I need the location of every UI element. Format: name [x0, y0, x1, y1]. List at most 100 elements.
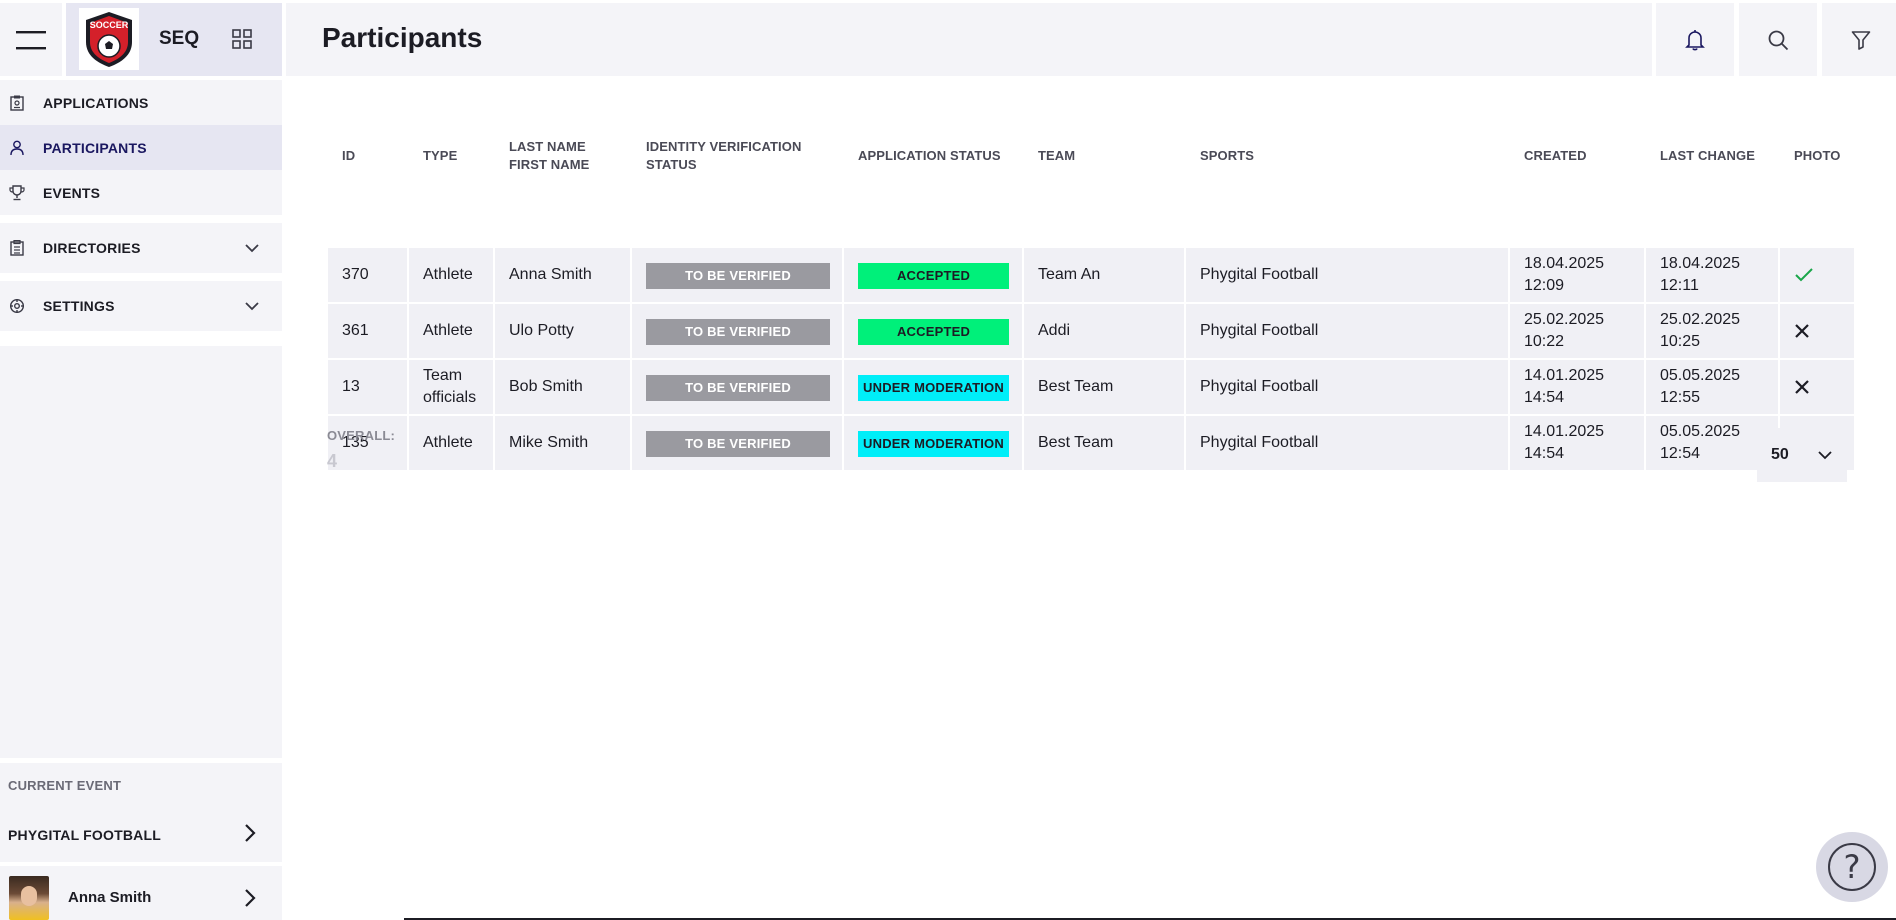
identity-status-badge: TO BE VERIFIED	[646, 431, 830, 457]
current-event-panel[interactable]: CURRENT EVENT PHYGITAL FOOTBALL	[0, 763, 282, 862]
overall-label: OVERALL:	[327, 428, 396, 443]
column-header-id[interactable]: ID	[342, 124, 355, 188]
application-status-badge: ACCEPTED	[858, 263, 1009, 289]
sidebar-filler	[0, 346, 282, 758]
close-icon	[1780, 379, 1810, 395]
filter-button[interactable]	[1822, 3, 1896, 76]
cell-type: Athlete	[423, 434, 473, 451]
page-title: Participants	[322, 22, 483, 53]
table-header: ID TYPE LAST NAME FIRST NAME IDENTITY VE…	[326, 124, 1854, 188]
participants-table: ID TYPE LAST NAME FIRST NAME IDENTITY VE…	[326, 124, 1854, 470]
chevron-right-icon[interactable]	[242, 823, 258, 843]
page-header: Participants	[286, 3, 1652, 76]
cell-created: 18.04.2025 12:09	[1524, 255, 1605, 294]
cell-id: 370	[342, 266, 369, 283]
current-event-label: CURRENT EVENT	[8, 778, 122, 793]
sidebar-item-participants[interactable]: PARTICIPANTS	[0, 125, 282, 170]
bell-icon	[1685, 29, 1705, 50]
column-header-name[interactable]: LAST NAME FIRST NAME	[509, 124, 589, 188]
column-header-team[interactable]: TEAM	[1038, 124, 1075, 188]
sidebar-item-events[interactable]: EVENTS	[0, 170, 282, 215]
close-icon	[1780, 323, 1810, 339]
grid-icon	[232, 29, 252, 49]
cell-sport: Phygital Football	[1200, 322, 1319, 339]
sidebar-item-label: APPLICATIONS	[43, 94, 149, 111]
sidebar-item-applications[interactable]: APPLICATIONS	[0, 80, 282, 125]
notifications-button[interactable]	[1656, 3, 1734, 76]
cell-sport: Phygital Football	[1200, 378, 1319, 395]
cell-id: 13	[342, 378, 360, 395]
overall-count: OVERALL: 4	[327, 428, 395, 472]
sidebar-item-label: DIRECTORIES	[43, 240, 141, 256]
current-event-name: PHYGITAL FOOTBALL	[8, 827, 161, 843]
application-status-badge: UNDER MODERATION	[858, 431, 1009, 457]
clipboard-icon	[9, 240, 25, 256]
sidebar-item-label: EVENTS	[43, 184, 101, 201]
cell-team: Best Team	[1038, 434, 1114, 451]
cell-name: Anna Smith	[509, 266, 592, 283]
avatar	[9, 876, 49, 920]
cell-created: 14.01.2025 14:54	[1524, 367, 1605, 406]
sidebar-item-label: SETTINGS	[43, 298, 115, 314]
brand-name: SEQ	[159, 28, 200, 49]
cell-created: 14.01.2025 14:54	[1524, 423, 1605, 462]
table-row[interactable]: 370 Athlete Anna Smith TO BE VERIFIED AC…	[326, 248, 1854, 302]
gear-icon	[9, 298, 25, 314]
apps-button[interactable]	[229, 26, 255, 52]
search-icon	[1768, 30, 1789, 50]
chevron-right-icon[interactable]	[242, 888, 258, 908]
column-header-sports[interactable]: SPORTS	[1200, 124, 1254, 188]
sidebar: SOCCER SEQ APPLICATIONS PARTICIPANTS EVE…	[0, 0, 282, 920]
chevron-down-icon[interactable]	[244, 298, 260, 314]
page-size-select[interactable]: 50	[1757, 428, 1847, 482]
cell-id: 361	[342, 322, 369, 339]
identity-status-badge: TO BE VERIFIED	[646, 319, 830, 345]
chevron-down-icon[interactable]	[244, 240, 260, 256]
cell-name: Mike Smith	[509, 434, 589, 451]
hamburger-icon	[16, 30, 46, 49]
cell-sport: Phygital Football	[1200, 434, 1319, 451]
column-header-application-status[interactable]: APPLICATION STATUS	[858, 124, 1001, 188]
filter-icon	[1851, 30, 1871, 50]
identity-status-badge: TO BE VERIFIED	[646, 263, 830, 289]
brand-area: SOCCER SEQ	[66, 3, 282, 76]
page-size-value: 50	[1771, 446, 1789, 463]
badge-icon	[9, 95, 25, 111]
table-row[interactable]: 361 Athlete Ulo Potty TO BE VERIFIED ACC…	[326, 304, 1854, 358]
cell-last-change: 25.02.2025 10:25	[1660, 311, 1741, 350]
chevron-down-icon	[1818, 451, 1832, 460]
cell-team: Best Team	[1038, 378, 1114, 395]
table-row[interactable]: 13 Team officials Bob Smith TO BE VERIFI…	[326, 360, 1854, 414]
column-header-type[interactable]: TYPE	[423, 124, 457, 188]
user-profile[interactable]: Anna Smith	[0, 866, 282, 920]
cell-last-change: 05.05.2025 12:54	[1660, 423, 1741, 462]
cell-created: 25.02.2025 10:22	[1524, 311, 1605, 350]
sidebar-item-label: PARTICIPANTS	[43, 139, 147, 156]
search-button[interactable]	[1739, 3, 1817, 76]
user-icon	[9, 140, 25, 156]
question-icon: ?	[1828, 843, 1876, 891]
cell-name: Ulo Potty	[509, 322, 574, 339]
column-header-identity[interactable]: IDENTITY VERIFICATION STATUS	[646, 124, 801, 188]
identity-status-badge: TO BE VERIFIED	[646, 375, 830, 401]
soccer-logo[interactable]: SOCCER	[79, 8, 139, 70]
column-header-last-change[interactable]: LAST CHANGE	[1660, 124, 1755, 188]
table-row[interactable]: 135 Athlete Mike Smith TO BE VERIFIED UN…	[326, 416, 1854, 470]
cell-team: Team An	[1038, 266, 1101, 283]
cell-type: Athlete	[423, 266, 473, 283]
cell-last-change: 05.05.2025 12:55	[1660, 367, 1741, 406]
svg-text:SOCCER: SOCCER	[90, 20, 129, 30]
sidebar-item-settings[interactable]: SETTINGS	[0, 281, 282, 331]
cell-type: Athlete	[423, 322, 473, 339]
sidebar-item-directories[interactable]: DIRECTORIES	[0, 223, 282, 273]
cell-team: Addi	[1038, 322, 1071, 339]
menu-button[interactable]	[0, 3, 62, 76]
column-header-created[interactable]: CREATED	[1524, 124, 1587, 188]
help-button[interactable]: ?	[1816, 832, 1888, 902]
trophy-icon	[9, 184, 25, 201]
sidebar-top: SOCCER SEQ	[0, 3, 282, 76]
sidebar-nav: APPLICATIONS PARTICIPANTS EVENTS DIRECTO…	[0, 80, 282, 331]
cell-sport: Phygital Football	[1200, 266, 1319, 283]
cell-name: Bob Smith	[509, 378, 583, 395]
column-header-photo[interactable]: PHOTO	[1794, 124, 1841, 188]
